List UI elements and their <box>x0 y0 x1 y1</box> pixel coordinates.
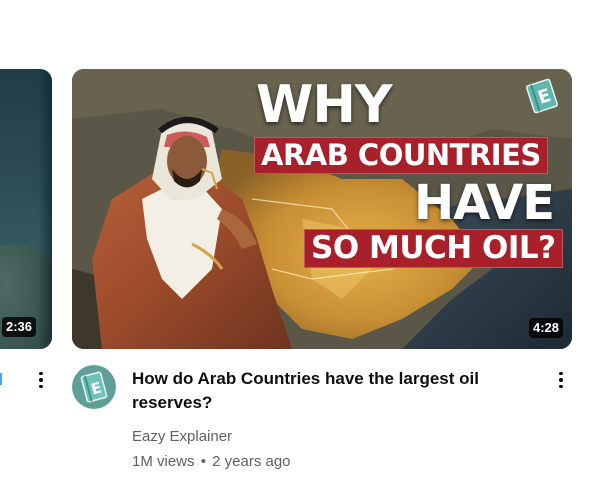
headline-have: HAVE <box>414 175 555 231</box>
view-count: 1M views <box>132 453 195 470</box>
channel-avatar[interactable]: E <box>72 365 116 409</box>
video-duration: 4:28 <box>528 318 563 338</box>
left-video-duration: 2:36 <box>2 317 37 337</box>
video-thumbnail[interactable]: WHY ARAB COUNTRIES HAVE SO MUCH OIL? E 4… <box>72 69 572 349</box>
left-thumbnail-shade <box>38 69 52 349</box>
video-stats: 1M views • 2 years ago <box>132 453 291 470</box>
book-e-icon: E <box>72 365 116 409</box>
headline-so-much-oil: SO MUCH OIL? <box>304 229 563 268</box>
more-actions-icon[interactable] <box>549 368 573 392</box>
video-title[interactable]: How do Arab Countries have the largest o… <box>132 367 532 415</box>
left-video-thumbnail[interactable] <box>0 69 52 349</box>
left-video-indicator <box>0 373 2 385</box>
thumbnail-headline: WHY ARAB COUNTRIES HAVE SO MUCH OIL? <box>72 69 572 349</box>
meta-separator: • <box>200 453 206 470</box>
headline-arab-countries: ARAB COUNTRIES <box>254 137 548 174</box>
left-more-actions-icon[interactable] <box>29 368 53 392</box>
book-e-icon: E <box>526 78 558 114</box>
headline-why: WHY <box>256 75 393 135</box>
upload-age: 2 years ago <box>212 453 291 470</box>
channel-name[interactable]: Eazy Explainer <box>132 428 232 445</box>
